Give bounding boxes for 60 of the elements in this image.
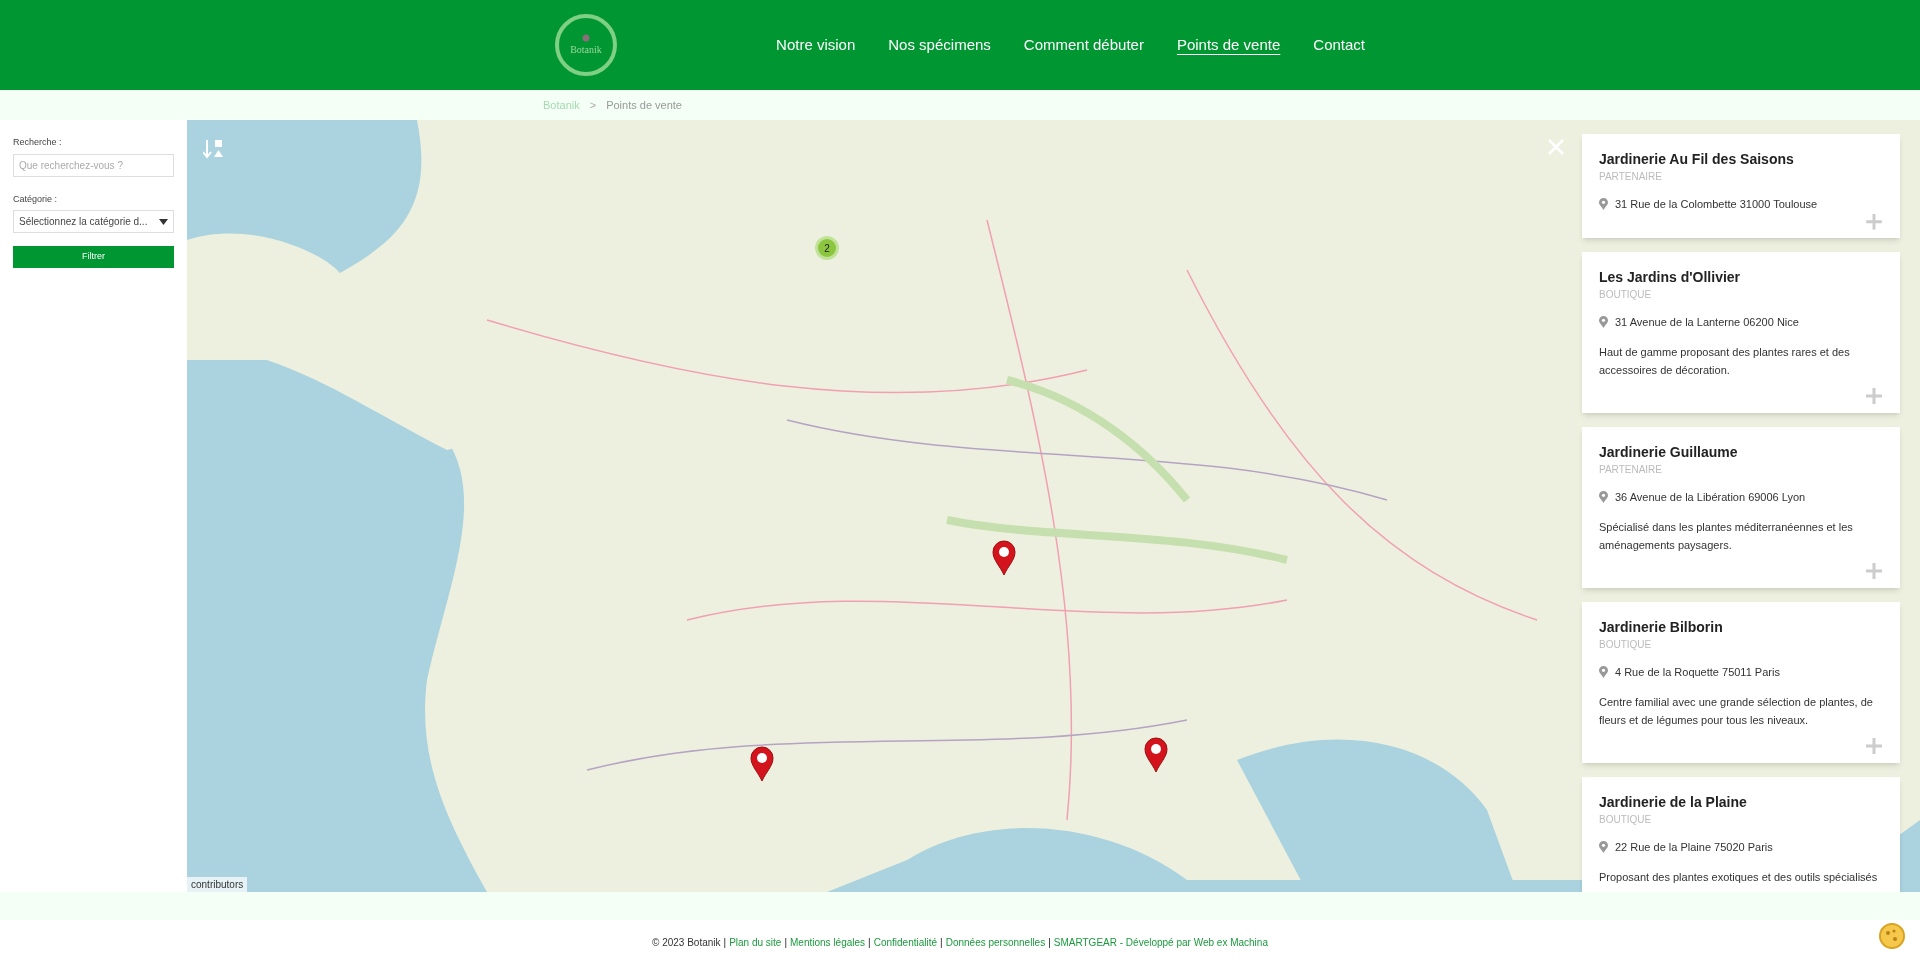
store-type: BOUTIQUE	[1599, 638, 1653, 652]
store-name: Jardinerie de la Plaine	[1599, 793, 1748, 811]
nav-link[interactable]: Nos spécimens	[888, 33, 991, 57]
location-pin-icon	[1599, 491, 1608, 504]
location-pin-icon	[1599, 666, 1608, 679]
category-label: Catégorie :	[13, 192, 59, 206]
plus-icon[interactable]	[1865, 737, 1883, 755]
store-type: PARTENAIRE	[1599, 463, 1663, 477]
location-pin-icon	[1599, 198, 1608, 211]
breadcrumb-separator: >	[589, 97, 597, 113]
store-description: Centre familial avec une grande sélection de plantes, de fleurs et de légumes pour tous les niveaux.	[1599, 694, 1874, 728]
plus-icon[interactable]	[1865, 562, 1883, 580]
plus-icon[interactable]	[1865, 387, 1883, 405]
store-address: 4 Rue de la Roquette 75011 Paris	[1615, 665, 1780, 680]
logo[interactable]: Botanik	[555, 14, 617, 76]
caret-icon	[159, 218, 168, 225]
nav-link[interactable]: Contact	[1313, 33, 1365, 57]
store-description: Proposant des plantes exotiques et des outils spécialisés	[1599, 869, 1879, 885]
store-name: Les Jardins d'Ollivier	[1599, 268, 1742, 286]
location-pin-icon	[1599, 841, 1608, 854]
plus-icon[interactable]	[1865, 212, 1883, 230]
filter-button[interactable]: Filtrer	[13, 246, 174, 268]
footer-separator: |	[723, 936, 727, 950]
footer-separator: |	[784, 936, 788, 950]
store-type: BOUTIQUE	[1599, 288, 1653, 302]
location-pin-icon	[1599, 316, 1608, 329]
footer-separator: |	[940, 936, 943, 950]
category-dropdown[interactable]: Sélectionnez la catégorie d...	[13, 210, 174, 233]
store-description: Spécialisé dans les plantes méditerranéennes et les aménagements paysagers.	[1599, 519, 1854, 553]
footer-link[interactable]: Plan du site	[729, 935, 782, 950]
store-address: 31 Avenue de la Lanterne 06200 Nice	[1615, 315, 1799, 330]
breadcrumb-current: Points de vente	[606, 97, 682, 113]
cookie-icon[interactable]	[1878, 920, 1906, 950]
footer-link[interactable]: Mentions légales	[790, 935, 866, 950]
store-name: Jardinerie Bilborin	[1599, 618, 1724, 636]
nav-link[interactable]: Points de vente	[1176, 33, 1281, 57]
store-description: Haut de gamme proposant des plantes rares et des accessoires de décoration.	[1599, 344, 1851, 378]
store-type: PARTENAIRE	[1599, 170, 1663, 184]
store-type: BOUTIQUE	[1599, 813, 1653, 827]
close-icon[interactable]	[1547, 138, 1565, 156]
search-field[interactable]: Que recherchez-vous ?	[13, 153, 174, 177]
map-pin-icon[interactable]	[750, 746, 774, 782]
footer-separator: |	[868, 936, 871, 950]
map-pin-icon[interactable]	[992, 540, 1016, 576]
map-pin-icon[interactable]	[1144, 737, 1168, 773]
footer-link[interactable]: SMARTGEAR - Développé par Web ex Machina	[1053, 935, 1268, 950]
store-name: Jardinerie Guillaume	[1599, 443, 1739, 461]
store-address: 31 Rue de la Colombette 31000 Toulouse	[1615, 197, 1818, 212]
copyright-text: © 2023 Botanik	[652, 936, 721, 950]
footer-link[interactable]: Confidentialité	[873, 935, 938, 950]
store-address: 22 Rue de la Plaine 75020 Paris	[1615, 840, 1773, 855]
nav-link[interactable]: Comment débuter	[1023, 33, 1144, 57]
nav-link[interactable]: Notre vision	[776, 33, 856, 57]
footer-separator: |	[1048, 936, 1051, 950]
map-attribution: contributors	[187, 877, 248, 892]
store-name: Jardinerie Au Fil des Saisons	[1599, 150, 1795, 168]
layers-icon[interactable]	[203, 138, 225, 160]
footer-link[interactable]: Données personnelles	[945, 935, 1046, 950]
store-address: 36 Avenue de la Libération 69006 Lyon	[1615, 490, 1806, 505]
search-label: Recherche :	[13, 136, 63, 149]
